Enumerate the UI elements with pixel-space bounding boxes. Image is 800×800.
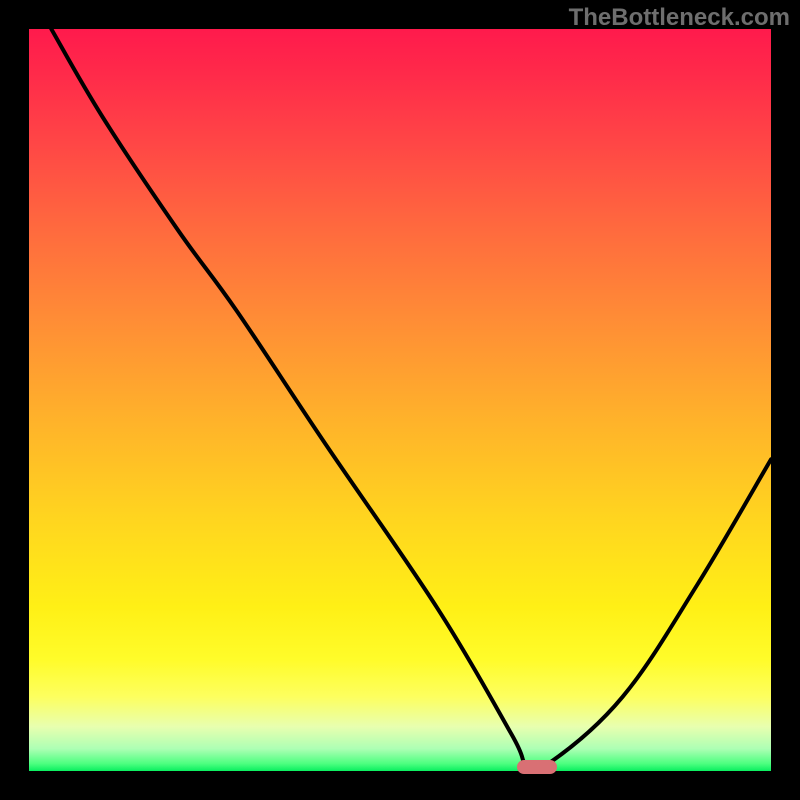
plot-area (29, 29, 771, 771)
curve-path (51, 29, 771, 770)
bottleneck-curve (29, 29, 771, 771)
optimal-marker (517, 760, 557, 774)
watermark-text: TheBottleneck.com (569, 4, 790, 32)
